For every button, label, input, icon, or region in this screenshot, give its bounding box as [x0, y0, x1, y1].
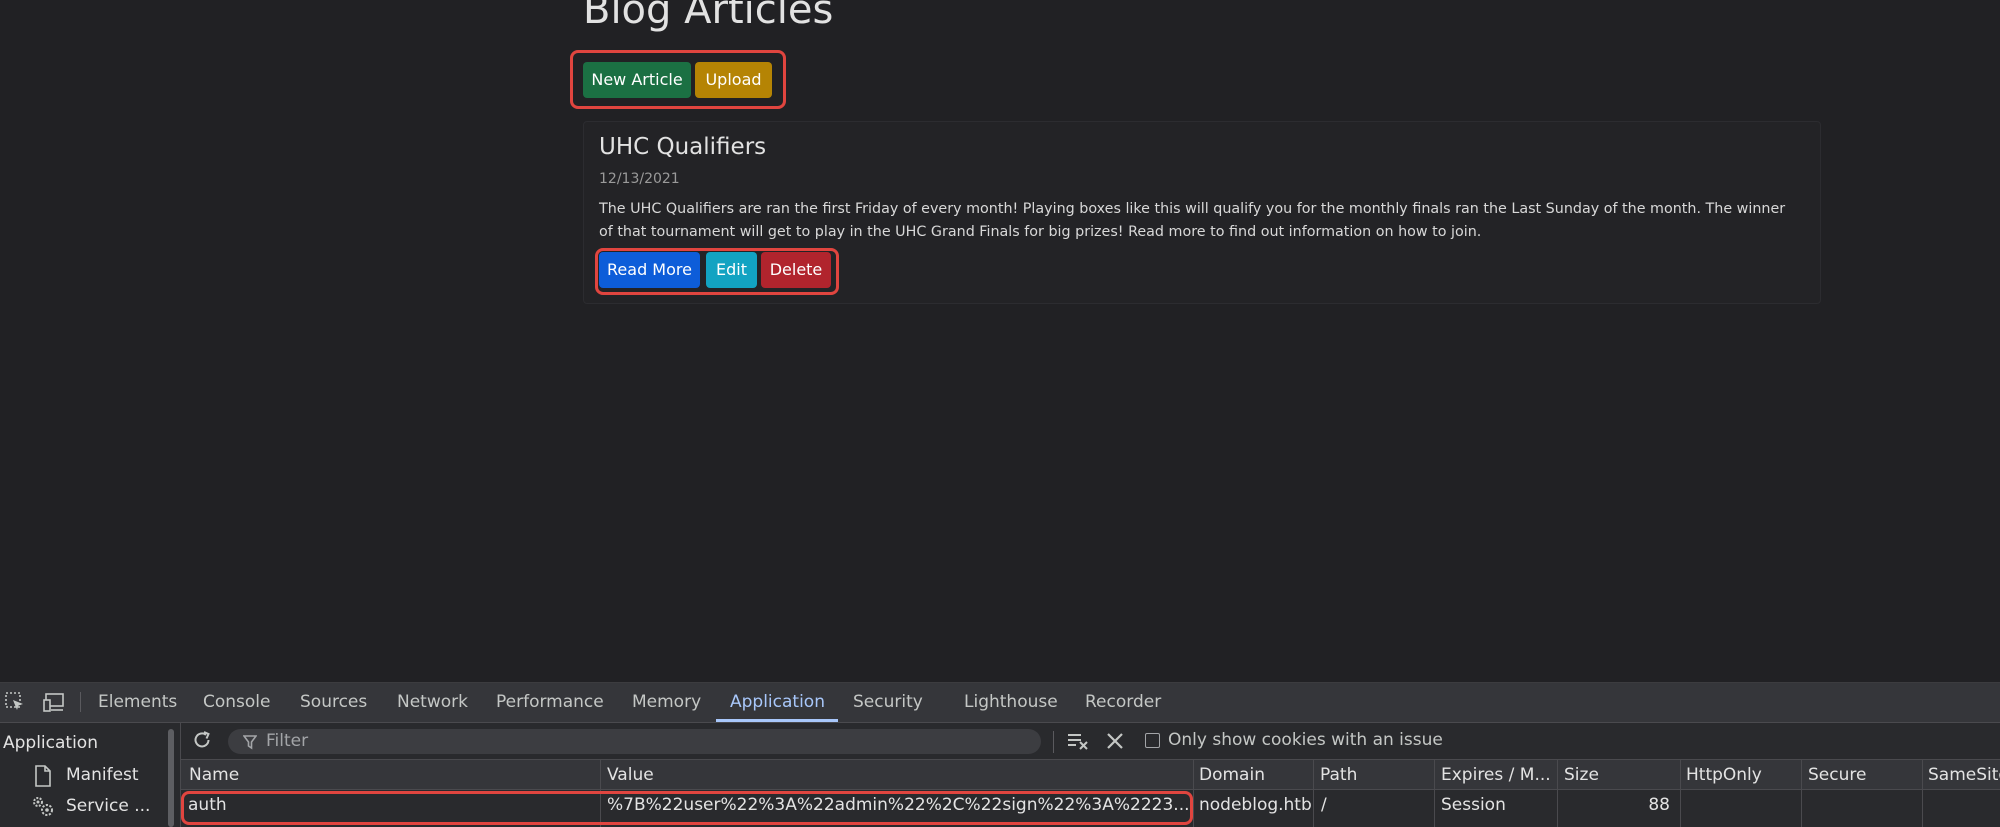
column-header-expires[interactable]: Expires / M...	[1441, 765, 1551, 785]
devtools-tab-bar: Elements Console Sources Network Perform…	[0, 683, 2000, 723]
new-article-button[interactable]: New Article	[583, 62, 691, 98]
cookie-path: /	[1321, 795, 1327, 815]
sidebar-item-manifest[interactable]: Manifest	[66, 765, 139, 785]
column-header-path[interactable]: Path	[1320, 765, 1357, 785]
sidebar-scrollbar[interactable]	[168, 729, 174, 827]
tab-network[interactable]: Network	[397, 683, 468, 722]
column-header-value[interactable]: Value	[607, 765, 654, 785]
devtools-panel: Elements Console Sources Network Perform…	[0, 682, 2000, 827]
cookie-value: %7B%22user%22%3A%22admin%22%2C%22sign%22…	[607, 795, 1190, 815]
only-issues-checkbox[interactable]	[1145, 733, 1160, 748]
cookie-expires: Session	[1441, 795, 1506, 815]
page-title: Blog Articles	[583, 0, 834, 33]
tab-console[interactable]: Console	[203, 683, 271, 722]
column-header-samesite[interactable]: SameSite	[1928, 765, 2000, 785]
tab-security[interactable]: Security	[853, 683, 923, 722]
filter-input[interactable]: Filter	[228, 729, 1041, 754]
tab-lighthouse[interactable]: Lighthouse	[964, 683, 1058, 722]
inspect-element-icon[interactable]	[4, 691, 26, 713]
device-toolbar-icon[interactable]	[43, 691, 65, 713]
article-date: 12/13/2021	[599, 171, 680, 187]
tab-performance[interactable]: Performance	[496, 683, 604, 722]
column-header-httponly[interactable]: HttpOnly	[1686, 765, 1762, 785]
blog-page: Blog Articles New Article Upload UHC Qua…	[0, 0, 2000, 682]
cookie-size: 88	[1648, 795, 1670, 815]
gears-icon	[31, 795, 53, 817]
tab-application[interactable]: Application	[730, 683, 825, 722]
toolbar-separator	[1053, 731, 1054, 753]
tab-elements[interactable]: Elements	[98, 683, 177, 722]
read-more-button[interactable]: Read More	[599, 252, 700, 288]
delete-button[interactable]: Delete	[761, 252, 831, 288]
column-header-size[interactable]: Size	[1564, 765, 1599, 785]
tab-sources[interactable]: Sources	[300, 683, 367, 722]
tab-memory[interactable]: Memory	[632, 683, 701, 722]
filter-icon	[242, 734, 258, 750]
column-header-domain[interactable]: Domain	[1199, 765, 1265, 785]
clear-all-icon[interactable]	[1106, 732, 1124, 750]
column-header-secure[interactable]: Secure	[1808, 765, 1866, 785]
article-body: The UHC Qualifiers are ran the first Fri…	[599, 201, 1786, 240]
tab-separator	[80, 692, 81, 712]
file-icon	[33, 765, 53, 787]
article-title: UHC Qualifiers	[599, 134, 767, 160]
refresh-icon[interactable]	[191, 729, 213, 751]
column-header-name[interactable]: Name	[189, 765, 239, 785]
sidebar-item-service-workers[interactable]: Service ...	[66, 796, 150, 816]
sidebar-heading: Application	[3, 733, 98, 753]
cookie-domain: nodeblog.htb	[1199, 795, 1312, 815]
edit-button[interactable]: Edit	[706, 252, 757, 288]
tab-recorder[interactable]: Recorder	[1085, 683, 1161, 722]
cookie-name: auth	[188, 795, 227, 815]
clear-filtered-icon[interactable]	[1067, 731, 1089, 751]
only-issues-label: Only show cookies with an issue	[1168, 730, 1443, 750]
upload-button[interactable]: Upload	[695, 62, 772, 98]
active-tab-indicator	[716, 719, 838, 722]
